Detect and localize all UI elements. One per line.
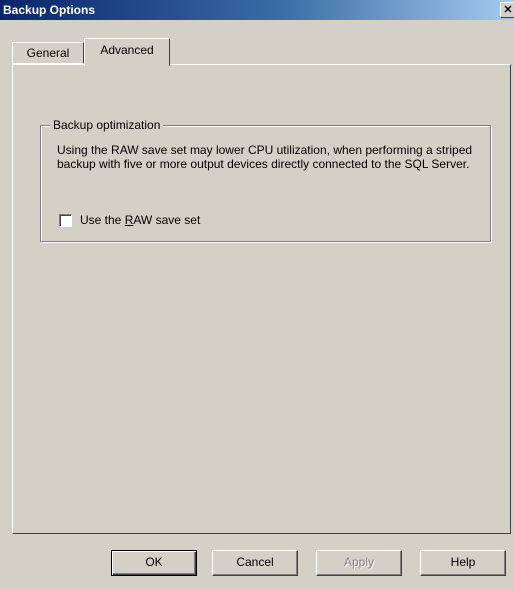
close-button[interactable]: ✕ xyxy=(500,2,514,18)
cancel-button[interactable]: Cancel xyxy=(212,550,298,576)
group-title: Backup optimization xyxy=(50,118,164,132)
help-button[interactable]: Help xyxy=(420,550,506,576)
ok-button[interactable]: OK xyxy=(111,550,197,576)
tab-advanced-label: Advanced xyxy=(100,43,154,57)
close-icon: ✕ xyxy=(503,4,513,16)
tab-general[interactable]: General xyxy=(12,42,84,64)
raw-save-set-checkbox[interactable] xyxy=(59,214,72,227)
title-bar: Backup Options xyxy=(0,0,514,20)
tab-general-label: General xyxy=(26,46,70,60)
group-description: Using the RAW save set may lower CPU uti… xyxy=(57,143,473,171)
raw-save-set-label[interactable]: Use the RAW save set xyxy=(80,213,200,227)
apply-button: Apply xyxy=(316,550,402,576)
window-title: Backup Options xyxy=(3,3,96,17)
tab-advanced[interactable]: Advanced xyxy=(84,38,170,66)
